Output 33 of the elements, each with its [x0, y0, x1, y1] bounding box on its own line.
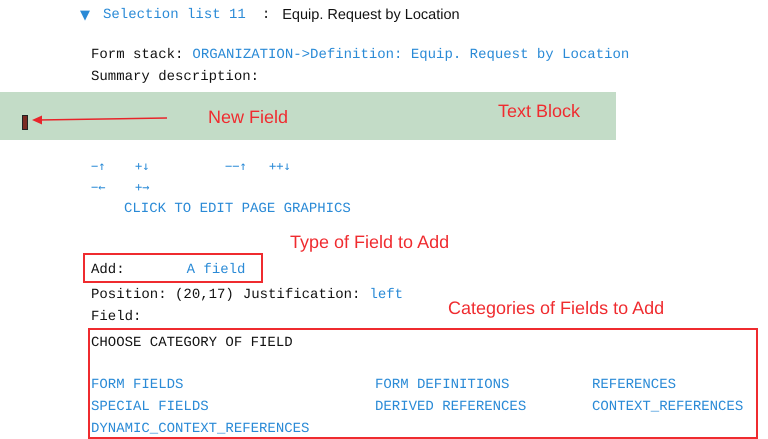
category-link[interactable]: DYNAMIC_CONTEXT_REFERENCES: [91, 418, 375, 439]
new-field-note: New Field: [208, 107, 288, 128]
move-control[interactable]: −↑: [91, 156, 135, 177]
category-link[interactable]: DERIVED REFERENCES: [375, 396, 592, 418]
category-link[interactable]: CONTEXT_REFERENCES: [592, 396, 756, 418]
category-link[interactable]: SPECIAL FIELDS: [91, 396, 375, 418]
move-control[interactable]: −−↑: [225, 156, 269, 177]
form-stack-link[interactable]: ORGANIZATION->Definition: Equip. Request by Location: [192, 47, 630, 63]
page-title: Equip. Request by Location: [282, 7, 460, 23]
field-label: Field:: [91, 309, 142, 325]
field-marker-icon[interactable]: [22, 115, 28, 130]
edit-graphics-link[interactable]: CLICK TO EDIT PAGE GRAPHICS: [124, 201, 351, 217]
add-field-link[interactable]: A field: [186, 262, 246, 278]
category-link[interactable]: FORM DEFINITIONS: [375, 374, 592, 396]
move-control[interactable]: +→: [135, 177, 225, 198]
justification-label: Justification:: [242, 287, 360, 303]
justification-link[interactable]: left: [369, 287, 404, 303]
separator-text: :: [262, 7, 270, 23]
move-control[interactable]: −←: [91, 177, 135, 198]
category-link[interactable]: FORM FIELDS: [91, 374, 375, 396]
form-stack-label: Form stack:: [91, 47, 184, 63]
add-label: Add:: [91, 262, 125, 278]
expand-toggle[interactable]: ▼: [67, 8, 103, 22]
position-text: Position: (20,17): [91, 287, 234, 303]
category-heading: CHOOSE CATEGORY OF FIELD: [91, 334, 294, 353]
move-control[interactable]: ++↓: [269, 156, 313, 177]
category-link[interactable]: REFERENCES: [592, 374, 756, 396]
text-block-label: Text Block: [498, 101, 580, 122]
selection-list-link[interactable]: Selection list 11: [103, 7, 246, 23]
categories-note: Categories of Fields to Add: [448, 298, 664, 319]
move-control[interactable]: +↓: [135, 156, 225, 177]
summary-label: Summary description:: [91, 69, 260, 85]
field-type-note: Type of Field to Add: [289, 231, 450, 253]
